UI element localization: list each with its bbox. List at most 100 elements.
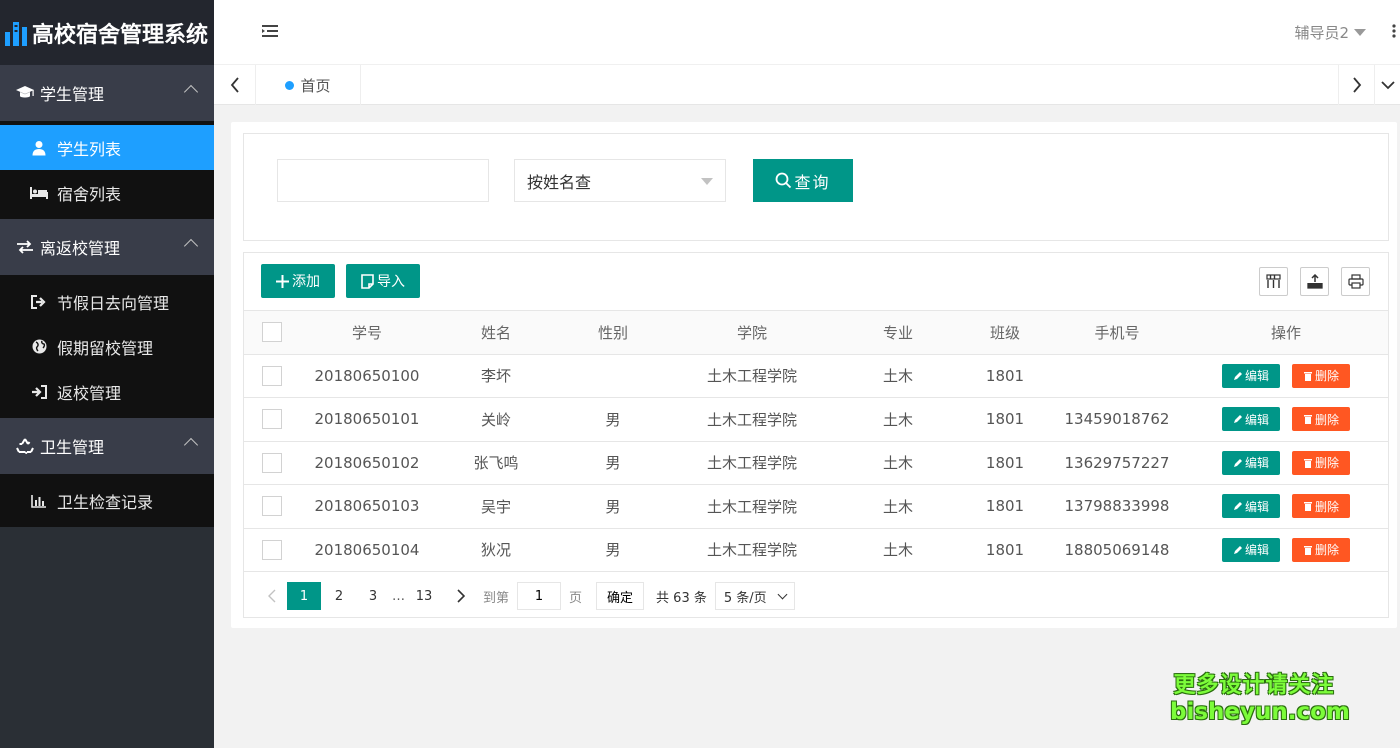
cell-phone: 13459018762 [1050, 397, 1184, 442]
table-toolbar: 添加 导入 [244, 253, 1388, 311]
row-checkbox[interactable] [262, 365, 282, 386]
edit-button[interactable]: 编辑 [1222, 494, 1280, 519]
sidebar-item-dorm-list[interactable]: 宿舍列表 [0, 170, 214, 215]
page-button[interactable]: 1 [287, 582, 321, 610]
row-select-cell [244, 484, 300, 529]
active-dot-icon [285, 80, 295, 90]
trash-icon [1303, 415, 1312, 425]
chevron-down-icon [777, 589, 788, 599]
delete-label: 删除 [1314, 543, 1339, 558]
menu-group-student[interactable]: 学生管理 [0, 65, 214, 121]
chevron-up-icon [183, 84, 199, 100]
column-filter-button[interactable] [1259, 267, 1288, 296]
search-input[interactable] [277, 159, 489, 202]
table-row: 20180650103 吴宇男土木工程学院 土木 1801 13798833998 编辑 删… [244, 484, 1388, 529]
delete-button[interactable]: 删除 [1292, 450, 1350, 475]
column-header[interactable]: 性别 [558, 311, 668, 355]
import-button[interactable]: 导入 [346, 264, 420, 298]
main-content: 按姓名查 查询 添加 导入 学号 姓名 性别 学院 专业 班级 手机号 操作 2… [231, 122, 1397, 628]
table-header-row: 学号 姓名 性别 学院 专业 班级 手机号 操作 [244, 311, 1388, 355]
search-type-select[interactable]: 按姓名查 [514, 159, 726, 202]
tab-options-button[interactable] [1374, 65, 1400, 105]
page-button[interactable]: 3 [357, 582, 389, 610]
more-vertical-icon[interactable] [1392, 24, 1396, 42]
edit-button[interactable]: 编辑 [1222, 537, 1280, 562]
goto-confirm-button[interactable]: 确定 [596, 582, 645, 610]
menu-toggle-icon[interactable] [262, 24, 278, 42]
edit-button[interactable]: 编辑 [1222, 363, 1280, 388]
prev-page-button[interactable] [258, 582, 286, 610]
row-checkbox[interactable] [262, 452, 282, 473]
app-logo: 高校宿舍管理系统 [0, 0, 214, 65]
column-header[interactable]: 手机号 [1050, 311, 1184, 355]
row-checkbox[interactable] [262, 539, 282, 560]
chevron-right-icon [1352, 77, 1361, 93]
sidebar-item-label: 假期留校管理 [57, 338, 154, 358]
page-size-select[interactable]: 5 条/页 [714, 582, 795, 610]
edit-button[interactable]: 编辑 [1222, 450, 1280, 475]
next-page-button[interactable] [447, 582, 475, 610]
row-checkbox[interactable] [262, 496, 282, 517]
pencil-icon [1233, 415, 1242, 424]
column-header[interactable]: 学院 [668, 311, 836, 355]
chevron-left-icon [230, 77, 239, 93]
delete-button[interactable]: 删除 [1292, 363, 1350, 388]
graduation-cap-icon [14, 85, 36, 101]
sidebar-item-return-school[interactable]: 返校管理 [0, 369, 214, 414]
trash-icon [1303, 502, 1312, 512]
menu-group-leave-return[interactable]: 离返校管理 [0, 219, 214, 275]
edit-label: 编辑 [1244, 412, 1269, 427]
cell-phone: 13629757227 [1050, 441, 1184, 485]
building-icon [5, 21, 27, 46]
sidebar-item-label: 宿舍列表 [57, 184, 122, 204]
menu-group-hygiene[interactable]: 卫生管理 [0, 418, 214, 474]
edit-label: 编辑 [1244, 499, 1269, 514]
cell-major: 土木 [836, 441, 960, 485]
cell-college: 土木工程学院 [668, 397, 836, 442]
user-menu[interactable]: 辅导员2 [1294, 22, 1366, 43]
add-button[interactable]: 添加 [261, 264, 335, 298]
column-header[interactable]: 学号 [300, 311, 434, 355]
pencil-icon [1233, 502, 1242, 511]
table-row: 20180650101 关岭男土木工程学院 土木 1801 13459018762 编辑 删… [244, 397, 1388, 442]
sidebar-item-label: 学生列表 [57, 139, 122, 159]
tab-prev-button[interactable] [214, 65, 256, 105]
page-button[interactable]: 13 [408, 582, 440, 610]
cell-name: 吴宇 [434, 484, 558, 529]
select-all-checkbox[interactable] [262, 322, 282, 343]
tab-home[interactable]: 首页 [256, 65, 361, 105]
chevron-up-icon [183, 238, 199, 254]
edit-button[interactable]: 编辑 [1222, 407, 1280, 432]
cell-name: 关岭 [434, 397, 558, 442]
cell-class: 1801 [960, 397, 1050, 442]
page-button[interactable]: 2 [323, 582, 355, 610]
delete-button[interactable]: 删除 [1292, 537, 1350, 562]
row-checkbox[interactable] [262, 409, 282, 430]
sidebar-item-holiday-whereabouts[interactable]: 节假日去向管理 [0, 279, 214, 324]
table-row: 20180650102 张飞鸣男土木工程学院 土木 1801 13629757227 编辑… [244, 441, 1388, 485]
cell-id: 20180650103 [300, 484, 434, 529]
goto-label: 到第 [483, 590, 510, 606]
delete-button[interactable]: 删除 [1292, 407, 1350, 432]
recycle-icon [14, 438, 36, 454]
row-select-cell [244, 441, 300, 485]
sidebar-item-student-list[interactable]: 学生列表 [0, 125, 214, 170]
delete-button[interactable]: 删除 [1292, 494, 1350, 519]
file-icon [361, 273, 374, 289]
bed-icon [30, 186, 48, 200]
search-icon [776, 172, 792, 189]
tab-next-button[interactable] [1338, 65, 1374, 105]
column-header[interactable]: 专业 [836, 311, 960, 355]
cell-actions: 编辑 删除 [1184, 484, 1388, 529]
search-button[interactable]: 查询 [753, 159, 853, 202]
sidebar-item-stay-at-school[interactable]: 假期留校管理 [0, 324, 214, 369]
export-button[interactable] [1300, 267, 1329, 296]
sidebar-item-hygiene-records[interactable]: 卫生检查记录 [0, 478, 214, 523]
column-header[interactable]: 姓名 [434, 311, 558, 355]
cell-phone: 18805069148 [1050, 528, 1184, 572]
cell-gender: 男 [558, 397, 668, 442]
print-button[interactable] [1341, 267, 1370, 296]
goto-page-input[interactable] [517, 582, 562, 610]
top-header: 辅导员2 [214, 0, 1400, 65]
column-header[interactable]: 班级 [960, 311, 1050, 355]
